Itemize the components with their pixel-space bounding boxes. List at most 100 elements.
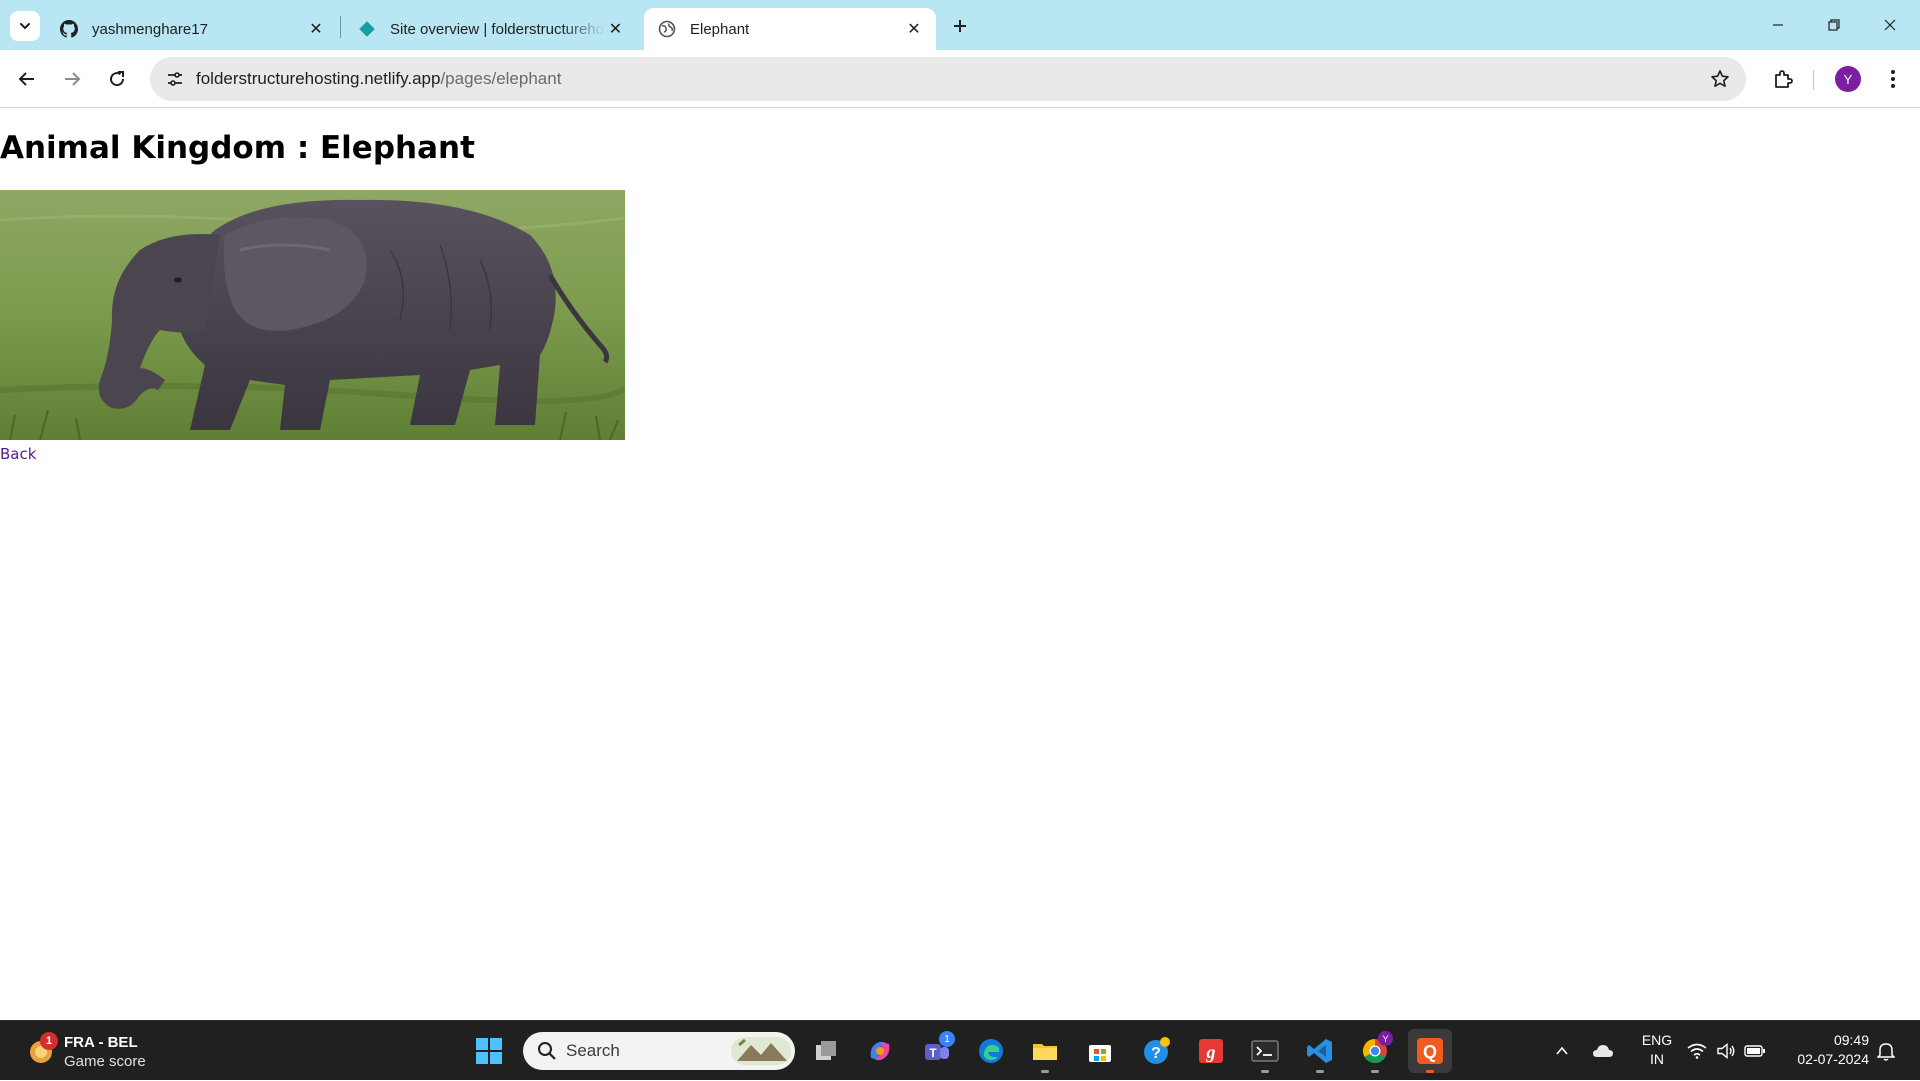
language-indicator[interactable]: ENG IN bbox=[1635, 1031, 1679, 1069]
windows-taskbar: 1 FRA - BEL Game score Search T 1 ? g Y … bbox=[0, 1020, 1920, 1080]
forward-button[interactable] bbox=[55, 62, 89, 96]
browser-menu-button[interactable] bbox=[1878, 62, 1908, 96]
clock-date: 02-07-2024 bbox=[1797, 1051, 1869, 1067]
chevron-up-icon bbox=[1556, 1046, 1568, 1055]
arrow-right-icon bbox=[65, 72, 81, 86]
extensions-button[interactable] bbox=[1766, 62, 1800, 96]
vscode-icon bbox=[1307, 1039, 1332, 1063]
news-widget[interactable]: 1 FRA - BEL Game score bbox=[22, 1029, 172, 1073]
store-icon bbox=[1089, 1045, 1111, 1062]
chrome-button[interactable]: Y bbox=[1353, 1029, 1397, 1073]
minimize-button[interactable] bbox=[1750, 0, 1806, 50]
help-button[interactable]: ? bbox=[1134, 1029, 1178, 1073]
site-info-icon[interactable] bbox=[160, 64, 190, 94]
store-button[interactable] bbox=[1078, 1029, 1122, 1073]
running-indicator bbox=[1426, 1070, 1434, 1073]
globe-icon bbox=[658, 20, 676, 38]
search-icon bbox=[538, 1042, 556, 1060]
terminal-icon bbox=[1251, 1040, 1279, 1062]
battery-button[interactable] bbox=[1743, 1021, 1767, 1081]
minimize-icon bbox=[1773, 24, 1783, 26]
copilot-button[interactable] bbox=[858, 1029, 902, 1073]
netlify-icon bbox=[358, 20, 376, 38]
wifi-button[interactable] bbox=[1685, 1021, 1709, 1081]
edge-icon bbox=[979, 1039, 1003, 1063]
tab-search-button[interactable] bbox=[10, 11, 40, 41]
clock-time: 09:49 bbox=[1833, 1032, 1869, 1048]
running-indicator bbox=[1371, 1070, 1379, 1073]
taskbar-search[interactable]: Search bbox=[523, 1032, 795, 1070]
widget-subtitle: Game score bbox=[64, 1053, 146, 1070]
language-region: IN bbox=[1650, 1051, 1664, 1067]
chevron-down-icon bbox=[20, 23, 30, 30]
browser-toolbar: folderstructurehosting.netlify.app/pages… bbox=[0, 50, 1920, 108]
close-tab-icon[interactable]: ✕ bbox=[605, 17, 626, 41]
copilot-icon bbox=[870, 1042, 890, 1060]
speaker-icon bbox=[1717, 1043, 1735, 1059]
toolbar-divider bbox=[1813, 70, 1814, 90]
back-button[interactable] bbox=[10, 62, 44, 96]
tab-github[interactable]: yashmenghare17 ✕ bbox=[46, 8, 338, 50]
widget-title: FRA - BEL bbox=[64, 1034, 138, 1051]
svg-text:T: T bbox=[929, 1046, 937, 1060]
file-explorer-button[interactable] bbox=[1023, 1029, 1067, 1073]
tab-title: Elephant bbox=[690, 20, 750, 38]
terminal-button[interactable] bbox=[1243, 1029, 1287, 1073]
show-hidden-icons-button[interactable] bbox=[1550, 1021, 1574, 1081]
tab-netlify[interactable]: Site overview | folderstructurehosting ✕ bbox=[344, 8, 636, 50]
vscode-button[interactable] bbox=[1298, 1029, 1342, 1073]
grammarly-button[interactable]: g bbox=[1189, 1029, 1233, 1073]
svg-text:g: g bbox=[1206, 1042, 1216, 1062]
start-button[interactable] bbox=[467, 1029, 511, 1073]
windows-logo-icon bbox=[476, 1038, 502, 1064]
running-indicator bbox=[1316, 1070, 1324, 1073]
url-host: folderstructurehosting.netlify.app bbox=[196, 69, 441, 88]
running-indicator bbox=[1261, 1070, 1269, 1073]
back-link[interactable]: Back bbox=[0, 445, 36, 463]
chrome-profile-badge: Y bbox=[1378, 1031, 1393, 1046]
url-text: folderstructurehosting.netlify.app/pages… bbox=[196, 69, 561, 89]
restore-button[interactable] bbox=[1806, 0, 1862, 50]
svg-text:Q: Q bbox=[1423, 1042, 1437, 1062]
task-view-button[interactable] bbox=[804, 1029, 848, 1073]
more-vertical-icon bbox=[1891, 70, 1895, 88]
arrow-left-icon bbox=[18, 72, 34, 86]
profile-avatar[interactable]: Y bbox=[1835, 66, 1861, 92]
reload-button[interactable] bbox=[100, 62, 134, 96]
address-bar[interactable]: folderstructurehosting.netlify.app/pages… bbox=[150, 57, 1746, 101]
url-path: /pages/elephant bbox=[440, 69, 562, 88]
onedrive-button[interactable] bbox=[1589, 1021, 1617, 1081]
edge-button[interactable] bbox=[969, 1029, 1013, 1073]
svg-text:?: ? bbox=[1151, 1045, 1161, 1062]
running-indicator bbox=[1041, 1070, 1049, 1073]
notification-badge: 1 bbox=[40, 1032, 58, 1050]
close-tab-icon[interactable]: ✕ bbox=[304, 17, 328, 41]
help-icon: ? bbox=[1144, 1037, 1170, 1064]
notifications-button[interactable] bbox=[1874, 1021, 1898, 1081]
plus-icon bbox=[954, 20, 966, 32]
qbittorrent-button[interactable]: Q bbox=[1408, 1029, 1452, 1073]
tab-elephant[interactable]: Elephant ✕ bbox=[644, 8, 936, 50]
tab-separator bbox=[340, 16, 341, 38]
github-icon bbox=[60, 20, 78, 38]
search-highlight-icon bbox=[731, 1037, 791, 1065]
new-tab-button[interactable] bbox=[946, 12, 974, 40]
bookmark-star-icon[interactable] bbox=[1708, 67, 1732, 91]
language-code: ENG bbox=[1641, 1032, 1673, 1048]
page-content: Animal Kingdom : Elephant Back bbox=[0, 109, 1920, 1020]
volume-button[interactable] bbox=[1714, 1021, 1738, 1081]
wifi-icon bbox=[1687, 1043, 1707, 1059]
tab-title: Site overview | folderstructurehosting bbox=[390, 20, 605, 38]
close-tab-icon[interactable]: ✕ bbox=[902, 17, 926, 41]
teams-button[interactable]: T 1 bbox=[915, 1029, 959, 1073]
reload-icon bbox=[110, 71, 125, 87]
close-window-button[interactable] bbox=[1862, 0, 1918, 50]
task-view-icon bbox=[816, 1041, 836, 1060]
grammarly-icon: g bbox=[1199, 1039, 1223, 1063]
system-clock[interactable]: 09:49 02-07-2024 bbox=[1779, 1031, 1869, 1069]
tab-title: yashmenghare17 bbox=[92, 20, 208, 38]
elephant-image bbox=[0, 190, 625, 440]
search-label: Search bbox=[566, 1041, 620, 1060]
restore-icon bbox=[1828, 19, 1840, 31]
bell-icon bbox=[1877, 1043, 1895, 1061]
